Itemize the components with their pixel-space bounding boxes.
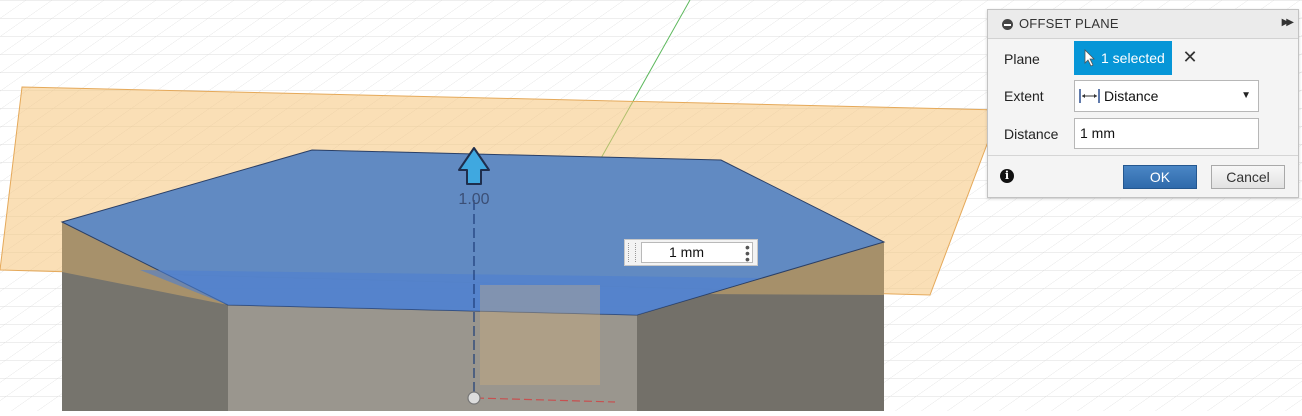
plane-label: Plane	[1004, 51, 1040, 67]
expand-icon[interactable]: ▶▶	[1282, 17, 1295, 28]
cursor-arrow-icon	[1084, 49, 1095, 67]
origin-point[interactable]	[467, 391, 481, 405]
plane-selection-button[interactable]: 1 selected	[1074, 41, 1172, 75]
collapse-icon[interactable]	[1002, 19, 1013, 30]
ok-button[interactable]: OK	[1123, 165, 1197, 189]
drag-grip-icon[interactable]	[628, 243, 636, 262]
distance-extent-icon	[1079, 89, 1100, 103]
manipulator-value-label: 1.00	[458, 191, 489, 208]
offset-plane-dialog: OFFSET PLANE ▶▶ Plane 1 selected ✕ Exten…	[987, 9, 1299, 198]
dialog-divider	[988, 155, 1298, 156]
extent-dropdown[interactable]: Distance ▼	[1074, 80, 1259, 112]
inline-distance-field[interactable]: 1 mm	[641, 242, 753, 263]
chevron-down-icon: ▼	[1241, 90, 1251, 101]
distance-field[interactable]: 1 mm	[1074, 118, 1259, 149]
plane-selection-text: 1 selected	[1101, 50, 1165, 66]
extent-value: Distance	[1104, 88, 1159, 104]
inline-distance-input[interactable]: 1 mm • • •	[624, 239, 758, 266]
distance-label: Distance	[1004, 126, 1059, 142]
more-options-icon[interactable]: • • •	[745, 240, 750, 266]
extent-label: Extent	[1004, 88, 1044, 104]
dialog-title: OFFSET PLANE	[1019, 16, 1119, 31]
cancel-button[interactable]: Cancel	[1211, 165, 1285, 189]
clear-selection-icon[interactable]: ✕	[1182, 48, 1198, 66]
dialog-header[interactable]: OFFSET PLANE ▶▶	[988, 10, 1298, 39]
inner-preview-box	[480, 285, 600, 385]
info-icon[interactable]: i	[1000, 169, 1014, 183]
